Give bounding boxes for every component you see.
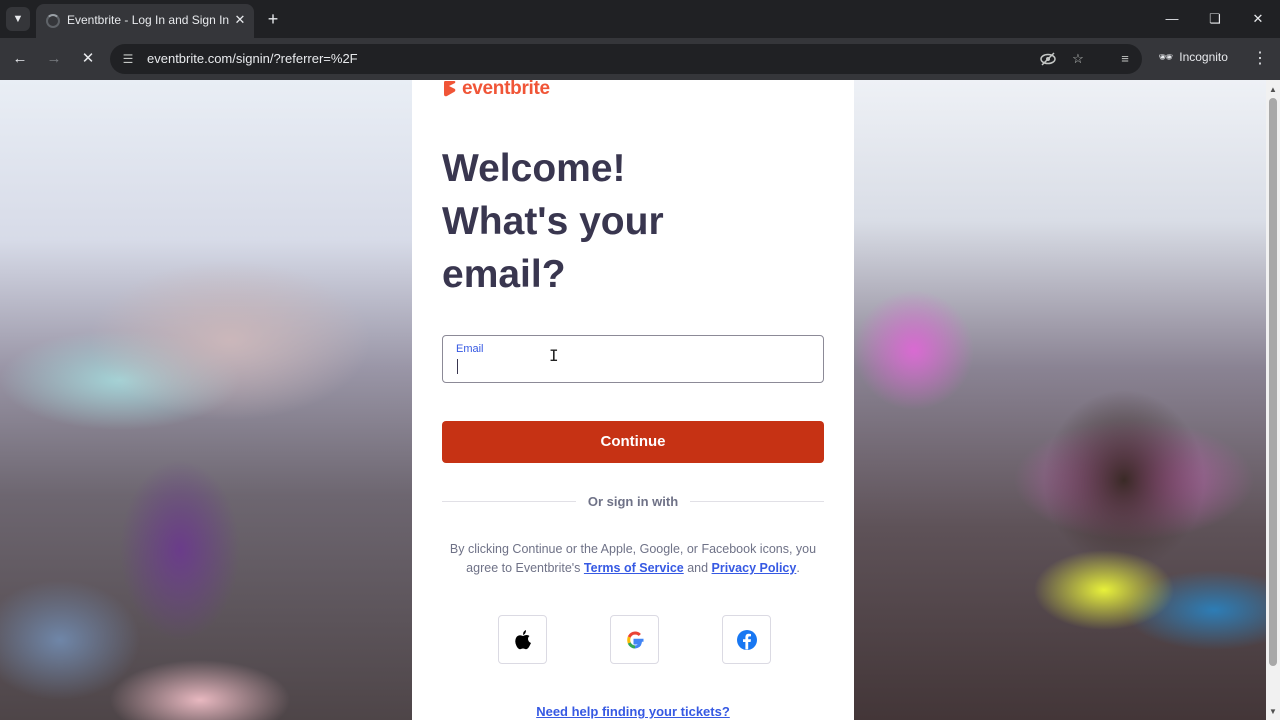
apple-signin-button[interactable] (498, 615, 547, 664)
close-icon[interactable]: ✕ (231, 11, 249, 29)
background-photo-right (854, 80, 1266, 720)
media-control-icon[interactable]: ≡ (1115, 49, 1135, 69)
loading-spinner-icon (46, 14, 60, 28)
incognito-indicator[interactable]: 🕶 Incognito (1158, 50, 1228, 64)
text-cursor-icon: I (549, 346, 559, 365)
legal-and: and (683, 561, 712, 575)
eventbrite-logo[interactable]: eventbrite (442, 80, 550, 100)
brand-name: eventbrite (462, 80, 550, 99)
star-icon[interactable]: ☆ (1069, 50, 1087, 68)
continue-button[interactable]: Continue (442, 421, 824, 463)
site-info-icon[interactable]: ☰ (120, 51, 136, 67)
url-text[interactable]: eventbrite.com/signin/?referrer=%2F (147, 51, 358, 66)
page-title: Welcome! What's your email? (442, 142, 822, 301)
tab-eventbrite[interactable]: Eventbrite - Log In and Sign In ✕ (36, 4, 254, 38)
apple-icon (514, 630, 531, 650)
new-tab-button[interactable]: + (262, 8, 284, 30)
address-bar[interactable]: ☰ eventbrite.com/signin/?referrer=%2F ☆ (110, 44, 1142, 74)
tab-title: Eventbrite - Log In and Sign In (67, 13, 230, 27)
page-viewport: eventbrite Welcome! What's your email? E… (0, 80, 1280, 720)
scroll-down-icon[interactable]: ▼ (1266, 706, 1280, 718)
scrollbar[interactable]: ▲ ▼ (1266, 80, 1280, 720)
text-caret (457, 359, 458, 374)
email-input[interactable] (455, 357, 795, 377)
kebab-menu-icon[interactable]: ⋮ (1250, 47, 1270, 71)
back-arrow-icon[interactable]: ← (8, 47, 32, 71)
privacy-link[interactable]: Privacy Policy (712, 561, 797, 575)
email-label: Email (456, 343, 484, 355)
eventbrite-logo-icon (444, 81, 456, 97)
help-finding-tickets-link[interactable]: Need help finding your tickets? (412, 704, 854, 719)
heading-line-1: Welcome! (442, 147, 626, 190)
terms-link[interactable]: Terms of Service (584, 561, 684, 575)
restore-icon[interactable]: ❏ (1203, 8, 1227, 30)
google-signin-button[interactable] (610, 615, 659, 664)
chevron-down-icon[interactable]: ▼ (6, 7, 30, 31)
divider-right (690, 501, 824, 502)
minimize-icon[interactable]: — (1160, 8, 1184, 30)
legal-text: By clicking Continue or the Apple, Googl… (434, 540, 832, 578)
email-field[interactable]: Email I (442, 335, 824, 383)
tab-bar: ▼ Eventbrite - Log In and Sign In ✕ + — … (0, 0, 1280, 38)
signin-panel: eventbrite Welcome! What's your email? E… (412, 80, 854, 720)
facebook-icon (736, 630, 757, 650)
facebook-signin-button[interactable] (722, 615, 771, 664)
eye-off-icon[interactable] (1039, 50, 1057, 68)
stop-loading-icon[interactable]: ✕ (76, 47, 100, 71)
background-photo-left (0, 80, 412, 720)
legal-end: . (796, 561, 800, 575)
browser-toolbar: ← → ✕ ☰ eventbrite.com/signin/?referrer=… (0, 38, 1280, 80)
scroll-up-icon[interactable]: ▲ (1266, 84, 1280, 96)
window-close-icon[interactable]: ✕ (1246, 8, 1270, 30)
heading-line-3: email? (442, 253, 566, 296)
incognito-label: Incognito (1179, 50, 1228, 64)
incognito-icon: 🕶 (1158, 50, 1174, 64)
forward-arrow-icon[interactable]: → (42, 47, 66, 71)
scrollbar-thumb[interactable] (1269, 98, 1277, 666)
heading-line-2: What's your (442, 200, 664, 243)
google-icon (626, 631, 643, 649)
